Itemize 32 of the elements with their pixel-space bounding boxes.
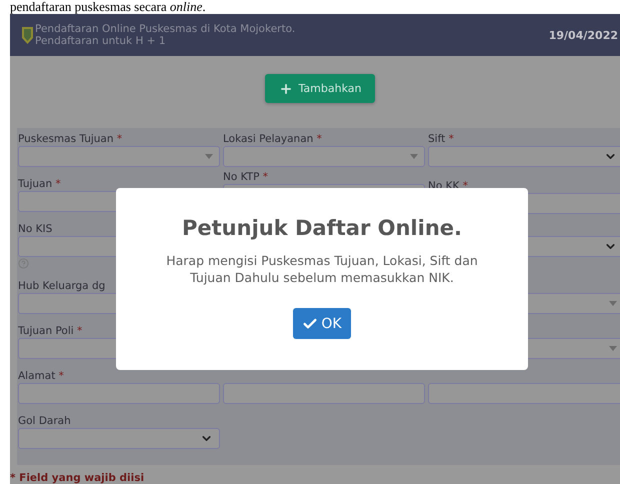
- field-label: Sift *: [428, 133, 455, 146]
- shield-logo-icon: [22, 26, 33, 44]
- select-field[interactable]: [223, 146, 425, 167]
- plus-icon: [278, 82, 293, 96]
- required-note: * Field yang wajib diisi: [10, 471, 146, 484]
- header-title: Pendaftaran Online Puskesmas di Kota Mojokerto.: [35, 23, 296, 35]
- ok-button[interactable]: OK: [293, 308, 351, 339]
- add-button[interactable]: Tambahkan: [264, 74, 376, 103]
- caption-text: pendaftaran puskesmas secara online.: [9, 0, 207, 14]
- help-icon[interactable]: [18, 258, 29, 269]
- field-label: Alamat *: [18, 370, 65, 383]
- input-field[interactable]: [18, 383, 220, 404]
- field-label: Hub Keluarga dg: [18, 280, 106, 293]
- dialog-message: Harap mengisi Puskesmas Tujuan, Lokasi, Sift dan Tujuan Dahulu sebelum memasukkan NIK.: [165, 252, 479, 286]
- field-label: Gol Darah: [18, 415, 72, 428]
- field-label: No KTP *: [223, 171, 270, 184]
- caret-icon: [609, 301, 617, 306]
- input-field[interactable]: [223, 383, 425, 404]
- field-label: Lokasi Pelayanan *: [223, 133, 323, 146]
- field-label: Tujuan *: [18, 178, 62, 191]
- dialog-title: Petunjuk Daftar Online.: [182, 216, 462, 240]
- select-field[interactable]: [428, 146, 620, 167]
- caret-icon: [410, 154, 418, 159]
- date-text: 19/04/2022: [548, 28, 618, 42]
- input-field[interactable]: [428, 383, 620, 404]
- field-label: Tujuan Poli *: [18, 325, 84, 338]
- caret-icon: [205, 154, 213, 159]
- caret-icon: [609, 346, 617, 351]
- header-subtitle: Pendaftaran untuk H + 1: [35, 35, 167, 47]
- select-field[interactable]: [18, 146, 220, 167]
- select-field[interactable]: [18, 428, 220, 449]
- field-label: Puskesmas Tujuan *: [18, 133, 124, 146]
